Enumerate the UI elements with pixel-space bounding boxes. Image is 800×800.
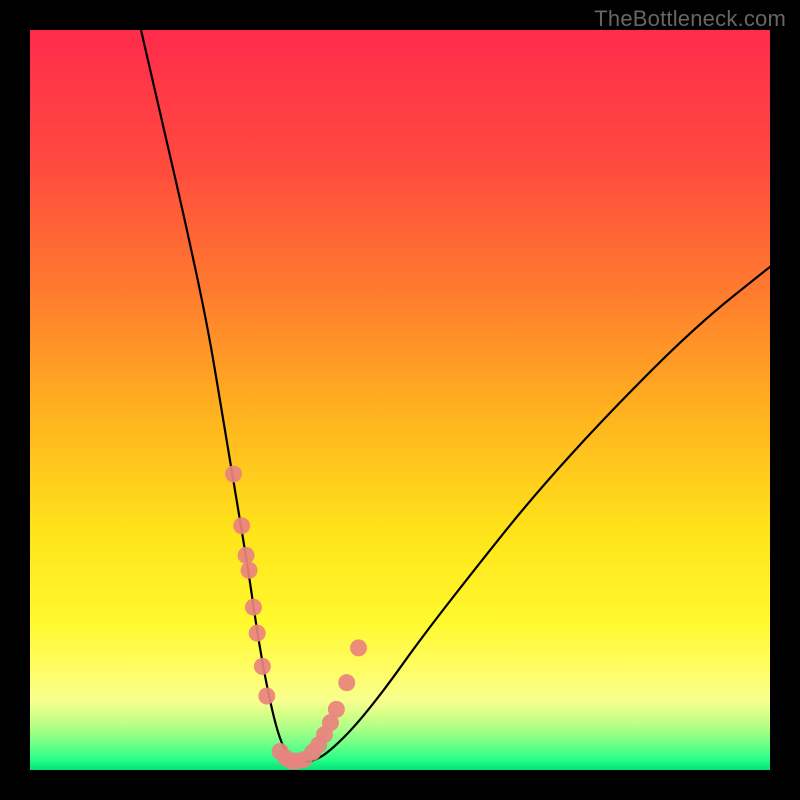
marker-dot: [245, 599, 262, 616]
marker-dot: [328, 701, 345, 718]
marker-dot: [350, 639, 367, 656]
bottleneck-curve: [141, 30, 770, 762]
marker-dot: [249, 625, 266, 642]
marker-dot: [338, 674, 355, 691]
marker-dot: [233, 517, 250, 534]
marker-dot: [241, 562, 258, 579]
watermark-text: TheBottleneck.com: [594, 6, 786, 32]
curve-markers: [225, 466, 367, 770]
plot-area: [30, 30, 770, 770]
chart-overlay: [30, 30, 770, 770]
figure-frame: TheBottleneck.com: [0, 0, 800, 800]
marker-dot: [238, 547, 255, 564]
marker-dot: [225, 466, 242, 483]
marker-dot: [258, 688, 275, 705]
marker-dot: [254, 658, 271, 675]
